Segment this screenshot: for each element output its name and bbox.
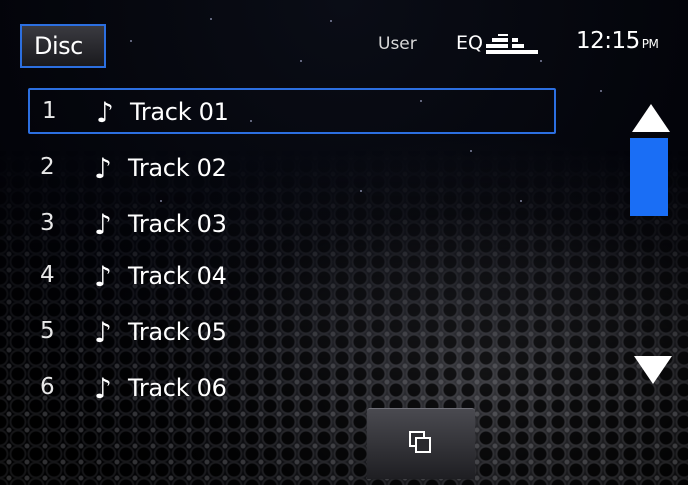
track-name: Track 01 (130, 98, 229, 126)
track-name: Track 03 (128, 210, 227, 238)
track-row[interactable]: 5 ♪ Track 05 (28, 310, 556, 356)
music-note-icon: ♪ (94, 260, 112, 293)
media-screen: Disc User EQ 12:15 PM 1 ♪ Track 01 2 ♪ Tr… (0, 0, 688, 485)
track-row[interactable]: 1 ♪ Track 01 (28, 88, 556, 134)
track-number: 4 (40, 262, 55, 288)
clock-time: 12:15 (576, 28, 640, 54)
scrollbar-thumb[interactable] (630, 138, 668, 216)
music-note-icon: ♪ (94, 152, 112, 185)
clock-ampm: PM (641, 37, 659, 51)
track-name: Track 05 (128, 318, 227, 346)
scroll-up-arrow-icon[interactable] (632, 104, 670, 132)
music-note-icon: ♪ (96, 96, 114, 129)
track-number: 5 (40, 318, 55, 344)
track-name: Track 06 (128, 374, 227, 402)
track-name: Track 04 (128, 262, 227, 290)
clock: 12:15 PM (576, 28, 659, 54)
scroll-down-arrow-icon[interactable] (634, 356, 672, 384)
music-note-icon: ♪ (94, 316, 112, 349)
track-number: 1 (42, 98, 57, 124)
track-row[interactable]: 3 ♪ Track 03 (28, 202, 556, 248)
track-row[interactable]: 4 ♪ Track 04 (28, 254, 556, 300)
browse-button[interactable] (367, 408, 475, 479)
track-name: Track 02 (128, 154, 227, 182)
equalizer-bars-icon (486, 34, 538, 54)
eq-mode-label: User (378, 34, 417, 54)
music-note-icon: ♪ (94, 372, 112, 405)
overlapping-squares-icon (409, 431, 431, 453)
track-number: 3 (40, 210, 55, 236)
track-number: 2 (40, 154, 55, 180)
track-row[interactable]: 2 ♪ Track 02 (28, 146, 556, 192)
track-number: 6 (40, 374, 55, 400)
source-disc-button[interactable]: Disc (20, 24, 106, 68)
eq-label: EQ (456, 32, 483, 54)
music-note-icon: ♪ (94, 208, 112, 241)
track-row[interactable]: 6 ♪ Track 06 (28, 366, 556, 412)
